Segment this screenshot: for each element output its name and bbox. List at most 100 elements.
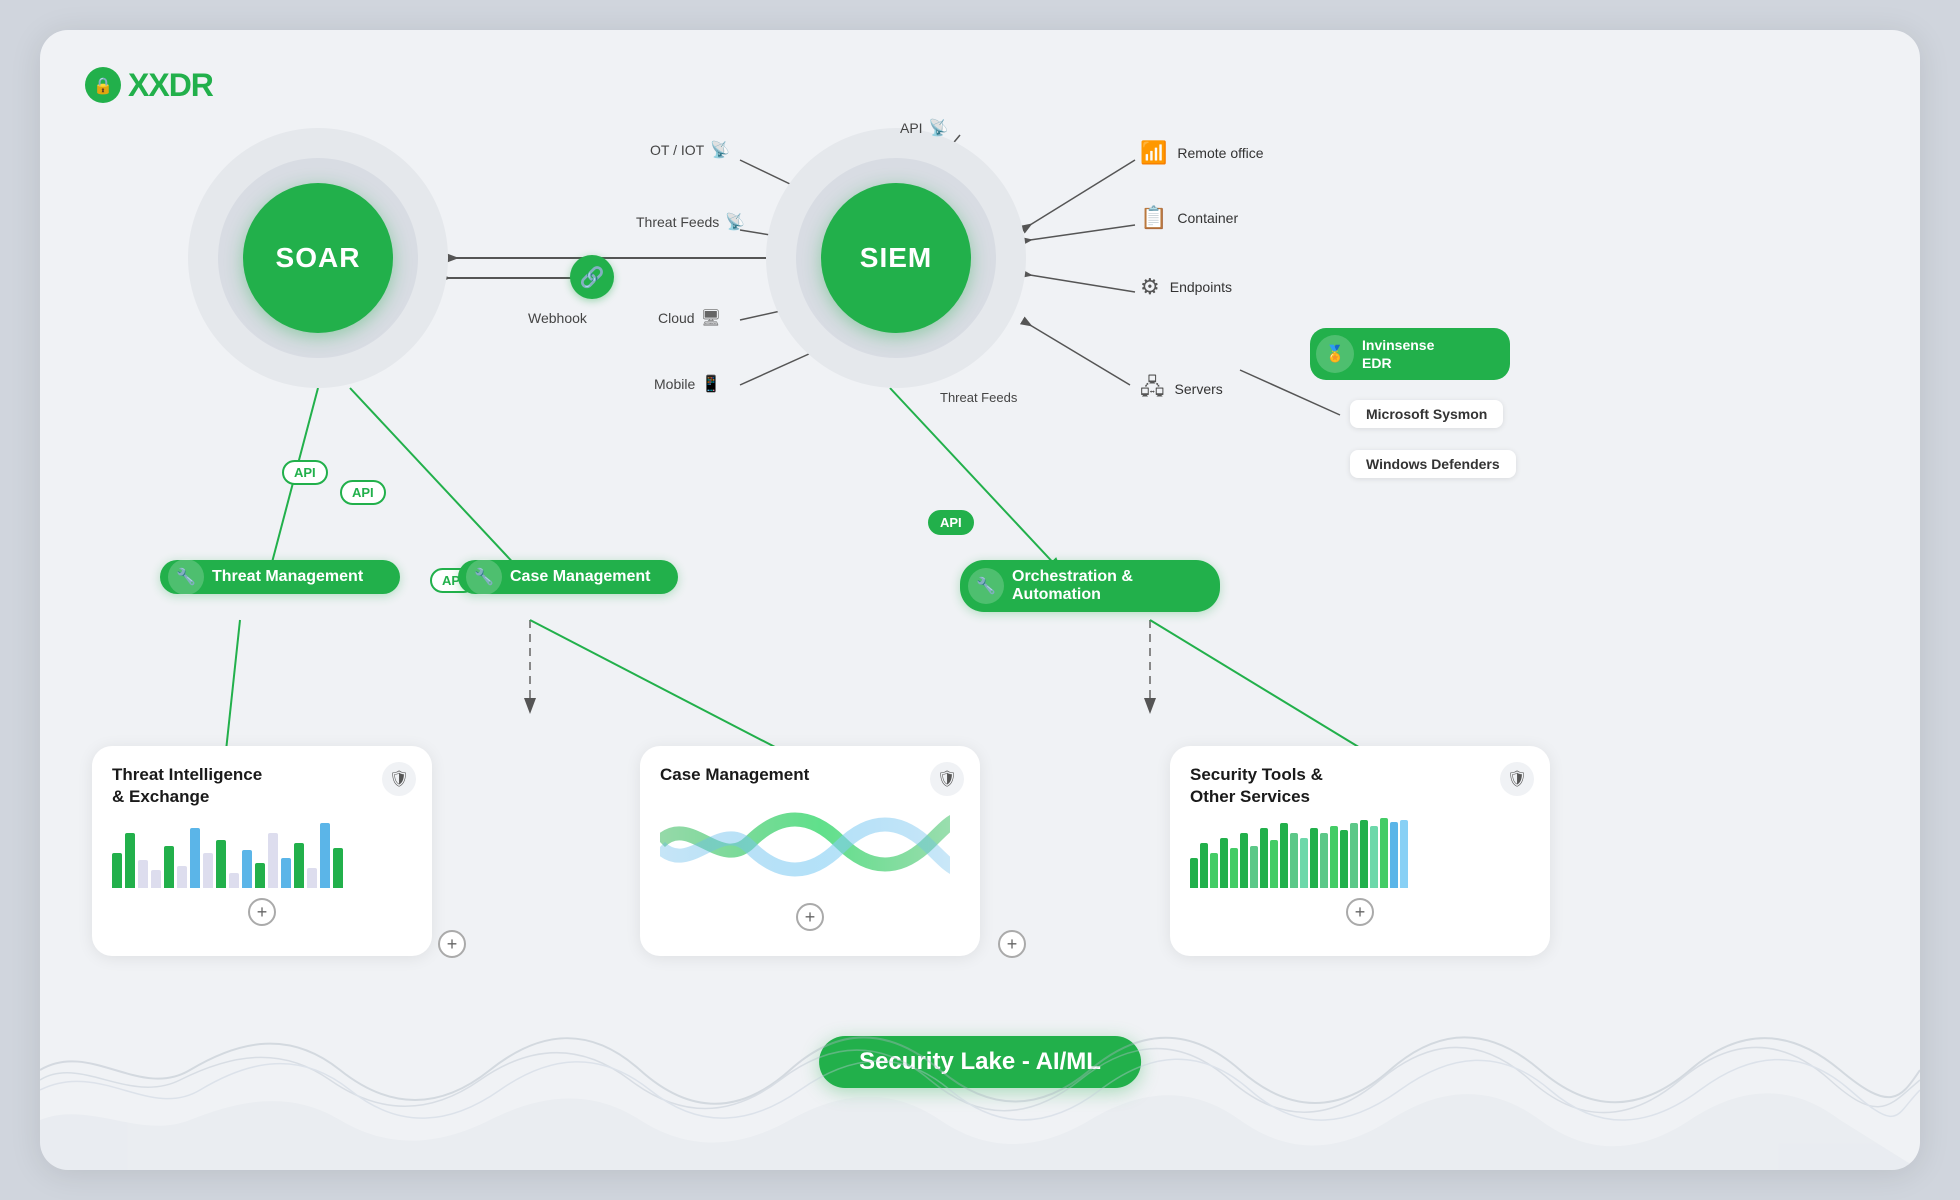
- bar: [190, 828, 200, 888]
- webhook-node[interactable]: 🔗: [570, 255, 614, 299]
- bar: [1400, 820, 1408, 888]
- logo-icon: 🔒: [84, 66, 122, 104]
- logo-text: XXDR: [128, 67, 213, 104]
- edr-icon: 🏅: [1316, 335, 1354, 373]
- bar: [1190, 858, 1198, 888]
- bar: [1230, 848, 1238, 888]
- bar: [307, 868, 317, 888]
- servers-icon: 🖧: [1140, 370, 1165, 408]
- container-icon: 📋: [1140, 205, 1167, 231]
- soar-label: SOAR: [276, 242, 361, 274]
- soar-node[interactable]: SOAR: [243, 183, 393, 333]
- case-management-pill[interactable]: 🔧 Case Management: [458, 560, 678, 594]
- case-mgmt-plus[interactable]: +: [796, 903, 824, 931]
- security-tools-title-text: Security Tools &Other Services: [1190, 765, 1323, 806]
- bar: [320, 823, 330, 888]
- case-mgmt-chart: [660, 802, 950, 882]
- remote-office-item: 📶 Remote office: [1140, 140, 1264, 166]
- bar: [1330, 826, 1338, 888]
- threat-intel-title: Threat Intelligence& Exchange: [112, 764, 412, 808]
- bar: [1390, 822, 1398, 888]
- siem-label: SIEM: [860, 242, 932, 274]
- bar: [1350, 823, 1358, 888]
- edr-text: Invinsense EDR: [1362, 336, 1434, 372]
- mobile-text: Mobile: [654, 376, 695, 392]
- bar: [242, 850, 252, 888]
- api-badge-4: API: [928, 510, 974, 535]
- container-text: Container: [1177, 210, 1238, 226]
- mobile-label: Mobile 📱: [654, 374, 721, 394]
- security-tools-title: Security Tools &Other Services: [1190, 764, 1530, 808]
- edr-badge[interactable]: 🏅 Invinsense EDR: [1310, 328, 1510, 380]
- ot-iot-text: OT / IOT: [650, 142, 704, 158]
- threat-management-text: Threat Management: [212, 568, 363, 586]
- servers-item: 🖧 Servers: [1140, 370, 1223, 408]
- bar: [1380, 818, 1388, 888]
- api-badge-2: API: [340, 480, 386, 505]
- case-mgmt-shield-icon: 🛡: [930, 762, 964, 796]
- remote-office-icon: 📶: [1140, 140, 1167, 166]
- threat-intel-shield-icon: 🛡: [382, 762, 416, 796]
- security-tools-chart: [1190, 818, 1530, 888]
- threat-intel-card: Threat Intelligence& Exchange 🛡 +: [92, 746, 432, 956]
- svg-text:🔒: 🔒: [93, 77, 113, 95]
- webhook-label: Webhook: [528, 310, 587, 326]
- security-tools-card: Security Tools &Other Services 🛡: [1170, 746, 1550, 956]
- microsoft-sysmon-item: Microsoft Sysmon: [1350, 400, 1503, 428]
- bar: [1260, 828, 1268, 888]
- bar: [1240, 833, 1248, 888]
- logo-brand-x: X: [128, 67, 148, 103]
- orchestration-pill[interactable]: 🔧 Orchestration & Automation: [960, 560, 1220, 612]
- logo: 🔒 XXDR: [84, 66, 213, 104]
- cloud-icon: 🖥: [701, 308, 721, 328]
- plus-btn-3[interactable]: +: [998, 930, 1026, 958]
- microsoft-sysmon-text: Microsoft Sysmon: [1366, 406, 1487, 422]
- bar: [1310, 828, 1318, 888]
- cloud-label: Cloud 🖥: [658, 308, 721, 328]
- threat-management-pill[interactable]: 🔧 Threat Management: [160, 560, 400, 594]
- threat-intel-plus[interactable]: +: [248, 898, 276, 926]
- api-badge-2-text: API: [352, 485, 374, 500]
- windows-defenders-item: Windows Defenders: [1350, 450, 1516, 478]
- endpoints-icon: ⚙: [1140, 274, 1160, 300]
- bar: [1220, 838, 1228, 888]
- siem-node[interactable]: SIEM: [821, 183, 971, 333]
- servers-text: Servers: [1175, 381, 1223, 397]
- bar: [1210, 853, 1218, 888]
- endpoints-text: Endpoints: [1170, 279, 1232, 295]
- plus-btn-2[interactable]: +: [438, 930, 466, 958]
- threat-feeds-bottom-text: Threat Feeds: [940, 390, 1017, 405]
- bar: [1320, 833, 1328, 888]
- security-tools-shield-icon: 🛡: [1500, 762, 1534, 796]
- bar: [294, 843, 304, 888]
- api-badge-4-text: API: [940, 515, 962, 530]
- case-mgmt-card: Case Management 🛡 +: [640, 746, 980, 956]
- bar: [333, 848, 343, 888]
- api-badge-1: API: [282, 460, 328, 485]
- threat-feeds-bottom-label: Threat Feeds: [940, 390, 1017, 405]
- threat-management-icon: 🔧: [168, 559, 204, 595]
- ot-iot-icon: 📡: [710, 140, 730, 160]
- security-tools-plus[interactable]: +: [1346, 898, 1374, 926]
- windows-defenders-text: Windows Defenders: [1366, 456, 1500, 472]
- mobile-icon: 📱: [701, 374, 721, 394]
- threat-intel-title-text: Threat Intelligence& Exchange: [112, 765, 262, 806]
- bar: [1250, 846, 1258, 888]
- bar: [1360, 820, 1368, 888]
- remote-office-text: Remote office: [1177, 145, 1263, 161]
- bar: [1290, 833, 1298, 888]
- threat-feeds-top-icon: 📡: [725, 212, 745, 232]
- bar: [125, 833, 135, 888]
- api-top-label: API 📡: [900, 118, 949, 138]
- bar: [281, 858, 291, 888]
- bar: [164, 846, 174, 888]
- bar: [255, 863, 265, 888]
- waveform-background: [40, 970, 1920, 1170]
- bar: [1270, 840, 1278, 888]
- orchestration-text: Orchestration & Automation: [1012, 568, 1133, 604]
- orchestration-icon: 🔧: [968, 568, 1004, 604]
- api-top-icon: 📡: [929, 118, 949, 138]
- bar: [1200, 843, 1208, 888]
- container-item: 📋 Container: [1140, 205, 1238, 231]
- edr-line1: Invinsense: [1362, 337, 1434, 353]
